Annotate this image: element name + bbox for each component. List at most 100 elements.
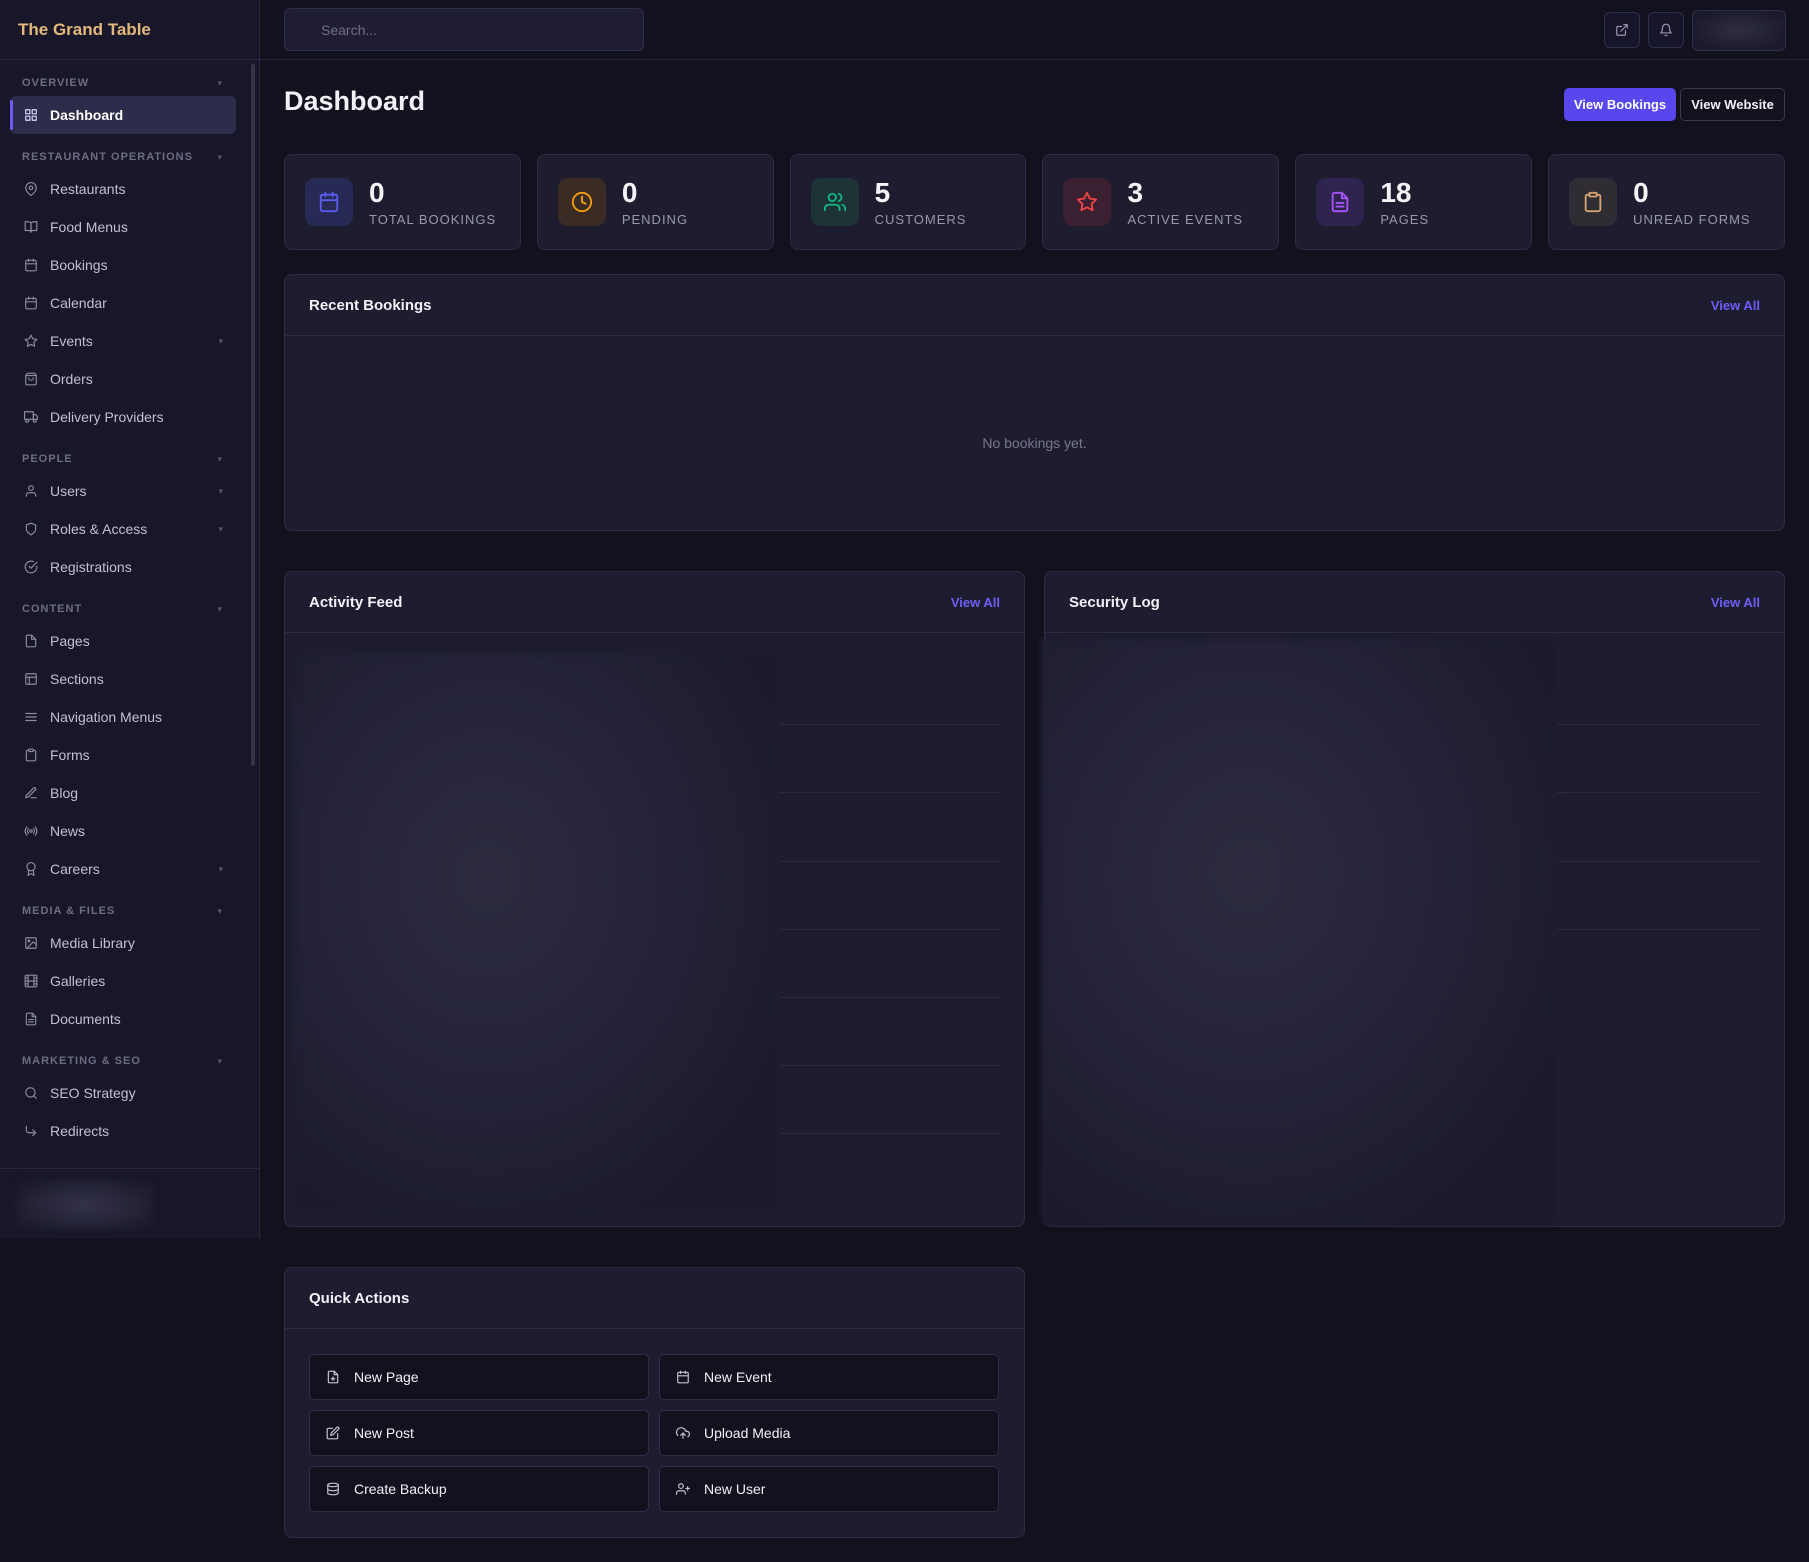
security-log-panel: Security Log View All bbox=[1041, 571, 1785, 1227]
stat-card-pages[interactable]: 18 PAGES bbox=[1295, 154, 1533, 250]
clipboard-icon bbox=[24, 748, 38, 762]
chevron-down-icon: ▾ bbox=[217, 603, 223, 614]
new-event-button[interactable]: New Event bbox=[659, 1354, 999, 1400]
sidebar-item-label: Roles & Access bbox=[50, 521, 148, 537]
sidebar-item-media-library[interactable]: Media Library bbox=[0, 924, 258, 962]
stat-card-unread-forms[interactable]: 0 UNREAD FORMS bbox=[1548, 154, 1785, 250]
layout-icon bbox=[24, 672, 38, 686]
sidebar-item-news[interactable]: News bbox=[0, 812, 258, 850]
stat-value: 0 bbox=[621, 176, 638, 208]
activity-feed-panel: Activity Feed View All bbox=[284, 571, 1025, 1227]
sidebar-item-sections[interactable]: Sections bbox=[0, 660, 258, 698]
stat-text: 0 PENDING bbox=[621, 176, 688, 227]
check-circle-icon bbox=[24, 560, 38, 574]
sidebar-item-users[interactable]: Users ▾ bbox=[0, 472, 258, 510]
security-divider bbox=[1557, 724, 1761, 725]
user-menu-blurred[interactable] bbox=[1692, 10, 1786, 51]
sidebar-section-content[interactable]: CONTENT ▾ bbox=[0, 596, 258, 622]
sidebar-item-orders[interactable]: Orders bbox=[0, 360, 258, 398]
quick-action-label: New User bbox=[704, 1481, 766, 1497]
activity-feed-header: Activity Feed View All bbox=[285, 572, 1024, 633]
sidebar-item-careers[interactable]: Careers ▾ bbox=[0, 850, 258, 888]
chevron-down-icon: ▾ bbox=[218, 485, 223, 496]
stat-text: 3 ACTIVE EVENTS bbox=[1127, 176, 1244, 227]
sidebar-section-communication[interactable]: COMMUNICATION▾ bbox=[0, 1160, 258, 1168]
chevron-down-icon: ▾ bbox=[217, 905, 223, 916]
security-divider bbox=[1557, 861, 1761, 862]
quick-action-label: Upload Media bbox=[704, 1425, 791, 1441]
chevron-down-icon: ▾ bbox=[217, 1055, 223, 1066]
recent-bookings-view-all-link[interactable]: View All bbox=[1711, 298, 1760, 313]
sidebar-item-seo-strategy[interactable]: SEO Strategy bbox=[0, 1074, 258, 1112]
shopping-bag-icon bbox=[24, 372, 38, 386]
recent-bookings-panel: Recent Bookings View All No bookings yet… bbox=[284, 274, 1785, 531]
sidebar-section-title: RESTAURANT OPERATIONS bbox=[22, 151, 193, 163]
sidebar-item-label: Registrations bbox=[50, 559, 132, 575]
sidebar-item-label: News bbox=[50, 823, 86, 839]
user-plus-icon bbox=[676, 1482, 690, 1496]
shield-icon bbox=[24, 522, 38, 536]
stat-label: TOTAL BOOKINGS bbox=[369, 211, 497, 227]
sidebar-item-dashboard[interactable]: Dashboard bbox=[10, 96, 236, 134]
sidebar-item-pages[interactable]: Pages bbox=[0, 622, 258, 660]
sidebar-section-overview[interactable]: OVERVIEW ▾ bbox=[0, 70, 258, 96]
sidebar-item-forms[interactable]: Forms bbox=[0, 736, 258, 774]
sidebar-item-events[interactable]: Events ▾ bbox=[0, 322, 258, 360]
film-icon bbox=[24, 974, 38, 988]
calendar-icon bbox=[24, 258, 38, 272]
new-post-button[interactable]: New Post bbox=[309, 1410, 649, 1456]
sidebar-section-media-and-files[interactable]: MEDIA & FILES ▾ bbox=[0, 898, 258, 924]
sidebar-item-galleries[interactable]: Galleries bbox=[0, 962, 258, 1000]
sidebar-item-roles-and-access[interactable]: Roles & Access ▾ bbox=[0, 510, 258, 548]
quick-actions-panel: Quick Actions New Page New Event New Post U… bbox=[284, 1267, 1025, 1538]
stat-card-total-bookings[interactable]: 0 TOTAL BOOKINGS bbox=[284, 154, 521, 250]
clipboard-icon bbox=[1569, 178, 1618, 226]
sidebar-section-marketing-and-seo[interactable]: MARKETING & SEO ▾ bbox=[0, 1048, 258, 1074]
security-log-view-all-link[interactable]: View All bbox=[1711, 595, 1760, 610]
sidebar-item-navigation-menus[interactable]: Navigation Menus bbox=[0, 698, 258, 736]
sidebar-nav: OVERVIEW ▾ Dashboard RESTAURANT OPERATIONS ▾… bbox=[0, 60, 258, 1168]
sidebar-section-restaurant-operations[interactable]: RESTAURANT OPERATIONS ▾ bbox=[0, 144, 258, 170]
menu-icon bbox=[24, 710, 38, 724]
new-user-button[interactable]: New User bbox=[659, 1466, 999, 1512]
stat-label: ACTIVE EVENTS bbox=[1127, 211, 1244, 227]
sidebar-item-blog[interactable]: Blog bbox=[0, 774, 258, 812]
stat-text: 0 UNREAD FORMS bbox=[1633, 177, 1750, 227]
activity-feed-view-all-link[interactable]: View All bbox=[951, 595, 1000, 610]
sidebar-footer bbox=[0, 1168, 259, 1238]
view-website-button[interactable]: View Website bbox=[1680, 88, 1785, 121]
stat-text: 18 PAGES bbox=[1380, 176, 1429, 227]
brand-name[interactable]: The Grand Table bbox=[0, 0, 259, 60]
sidebar-scrollbar[interactable] bbox=[251, 64, 255, 766]
security-log-title: Security Log bbox=[1069, 593, 1160, 611]
stat-value: 18 bbox=[1380, 176, 1412, 208]
sidebar-item-label: Bookings bbox=[50, 257, 108, 273]
stat-card-pending[interactable]: 0 PENDING bbox=[536, 154, 774, 250]
create-backup-button[interactable]: Create Backup bbox=[309, 1466, 649, 1512]
security-divider bbox=[1557, 792, 1761, 793]
sidebar-section-people[interactable]: PEOPLE ▾ bbox=[0, 446, 258, 472]
stat-text: 5 CUSTOMERS bbox=[875, 177, 967, 227]
sidebar-item-registrations[interactable]: Registrations bbox=[0, 548, 258, 586]
sidebar-item-calendar[interactable]: Calendar bbox=[0, 284, 258, 322]
sidebar-item-redirects[interactable]: Redirects bbox=[0, 1112, 258, 1150]
sidebar-item-bookings[interactable]: Bookings bbox=[0, 246, 258, 284]
map-pin-icon bbox=[24, 182, 38, 196]
view-bookings-button[interactable]: View Bookings bbox=[1564, 88, 1676, 121]
search-input[interactable] bbox=[284, 8, 644, 51]
notifications-button[interactable] bbox=[1648, 12, 1684, 48]
user-profile-blurred[interactable] bbox=[16, 1179, 154, 1231]
stat-value: 3 bbox=[1127, 176, 1144, 208]
file-icon bbox=[24, 634, 38, 648]
external-link-button[interactable] bbox=[1604, 12, 1640, 48]
sidebar-item-documents[interactable]: Documents bbox=[0, 1000, 258, 1038]
quick-action-label: New Event bbox=[704, 1369, 772, 1385]
stat-card-active-events[interactable]: 3 ACTIVE EVENTS bbox=[1042, 154, 1280, 250]
sidebar-item-delivery-providers[interactable]: Delivery Providers bbox=[0, 398, 258, 436]
sidebar-item-food-menus[interactable]: Food Menus bbox=[0, 208, 258, 246]
new-page-button[interactable]: New Page bbox=[309, 1354, 649, 1400]
chevron-down-icon: ▾ bbox=[217, 77, 223, 88]
sidebar-item-restaurants[interactable]: Restaurants bbox=[0, 170, 258, 208]
upload-media-button[interactable]: Upload Media bbox=[659, 1410, 999, 1456]
stat-card-customers[interactable]: 5 CUSTOMERS bbox=[789, 154, 1027, 250]
